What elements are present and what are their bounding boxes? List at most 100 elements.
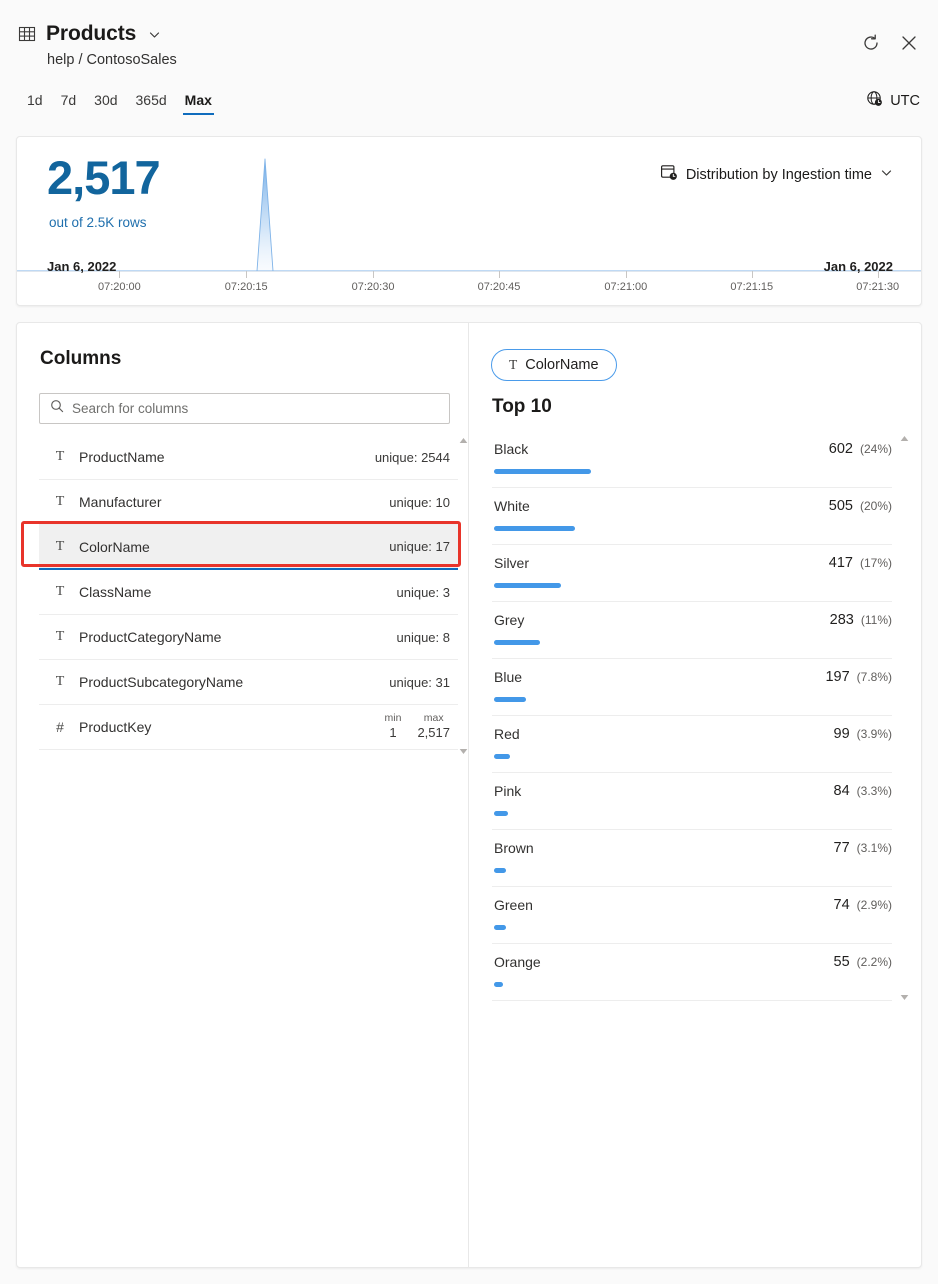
globe-clock-icon	[866, 90, 883, 112]
timezone-selector[interactable]: UTC	[866, 90, 920, 112]
column-stat: unique: 3	[397, 585, 451, 600]
time-range-365d[interactable]: 365d	[127, 90, 176, 115]
time-range-1d[interactable]: 1d	[18, 90, 52, 115]
x-axis-tick-label: 07:20:45	[478, 281, 521, 293]
time-range-30d[interactable]: 30d	[85, 90, 126, 115]
top-value-label: Orange	[494, 954, 541, 970]
column-row-productkey[interactable]: # ProductKeymin1max2,517	[39, 705, 458, 750]
search-icon	[50, 399, 64, 418]
column-name: ProductKey	[79, 719, 385, 735]
columns-list: TProductNameunique: 2544TManufactureruni…	[39, 435, 458, 755]
top-value-count: 283	[830, 612, 854, 628]
x-axis-tick-label: 07:20:00	[98, 281, 141, 293]
max-label: max	[424, 712, 444, 725]
number-type-icon: #	[51, 719, 69, 735]
top-value-count: 74	[834, 897, 850, 913]
top-value-row[interactable]: Orange55(2.2%)	[492, 944, 892, 1001]
top-value-bar	[494, 982, 503, 987]
app-root: Products help / ContosoSales	[0, 0, 938, 1284]
column-minmax: min1max2,517	[385, 712, 450, 741]
column-row-productcategoryname[interactable]: TProductCategoryNameunique: 8	[39, 615, 458, 660]
top-value-count: 197	[825, 669, 849, 685]
x-axis-tick-mark	[246, 271, 247, 278]
columns-panel: Columns TProductNameunique: 2544TManufac…	[17, 323, 469, 1267]
x-axis-tick-mark	[626, 271, 627, 278]
top-value-percent: (24%)	[860, 442, 892, 456]
columns-scrollbar[interactable]	[458, 435, 469, 757]
top-value-row[interactable]: Red 99 (3.9%)	[492, 716, 892, 773]
x-axis-tick-mark	[752, 271, 753, 278]
chevron-down-icon[interactable]	[880, 166, 893, 184]
close-icon[interactable]	[898, 32, 920, 54]
top-values-list: Black602(24%)White505(20%)Silver417(17%)…	[492, 431, 892, 1001]
top-value-bar	[494, 526, 575, 531]
selected-column-pill[interactable]: T ColorName	[491, 349, 617, 381]
explore-panels: Columns TProductNameunique: 2544TManufac…	[16, 322, 922, 1268]
x-axis-tick-mark	[878, 271, 879, 278]
text-type-icon: T	[51, 584, 69, 600]
top-value-bar	[494, 697, 526, 702]
top-value-row[interactable]: Blue 197 (7.8%)	[492, 659, 892, 716]
top-value-percent: (3.3%)	[857, 784, 892, 798]
grid-table-icon	[18, 25, 36, 43]
top-value-row[interactable]: Silver417(17%)	[492, 545, 892, 602]
search-input[interactable]	[72, 401, 439, 416]
chevron-down-icon[interactable]	[148, 28, 161, 41]
x-axis-tick-label: 07:21:15	[730, 281, 773, 293]
column-name: ProductSubcategoryName	[79, 674, 389, 690]
top-value-label: Red	[494, 726, 520, 742]
top-value-percent: (3.9%)	[857, 727, 892, 741]
top-value-bar	[494, 640, 540, 645]
column-row-productsubcategoryname[interactable]: TProductSubcategoryNameunique: 31	[39, 660, 458, 705]
column-stat: unique: 17	[389, 539, 450, 554]
x-axis-tick-label: 07:21:30	[856, 281, 899, 293]
top-value-bar	[494, 925, 506, 930]
distribution-selector[interactable]: Distribution by Ingestion time	[660, 163, 893, 186]
column-row-manufacturer[interactable]: TManufacturerunique: 10	[39, 480, 458, 525]
top-value-count: 99	[834, 726, 850, 742]
page-header: Products help / ContosoSales	[0, 0, 938, 90]
column-row-colorname[interactable]: TColorNameunique: 17	[39, 525, 458, 570]
column-row-classname[interactable]: TClassNameunique: 3	[39, 570, 458, 615]
search-columns-box[interactable]	[39, 393, 450, 424]
top-value-row[interactable]: Brown77(3.1%)	[492, 830, 892, 887]
top-value-row[interactable]: Pink84(3.3%)	[492, 773, 892, 830]
triangle-up-icon[interactable]	[899, 433, 910, 444]
chart-date-end: Jan 6, 2022	[824, 259, 893, 274]
time-range-max[interactable]: Max	[176, 90, 221, 115]
triangle-down-icon[interactable]	[899, 992, 910, 1003]
top-value-label: White	[494, 498, 530, 514]
time-range-tabs: 1d 7d 30d 365d Max	[18, 90, 221, 115]
x-axis-tick-label: 07:20:15	[225, 281, 268, 293]
max-value: 2,517	[417, 725, 450, 741]
top-value-label: Grey	[494, 612, 524, 628]
top-value-percent: (11%)	[861, 613, 892, 627]
top-value-percent: (17%)	[860, 556, 892, 570]
top-value-row[interactable]: Grey 283 (11%)	[492, 602, 892, 659]
column-stat: unique: 8	[397, 630, 451, 645]
refresh-icon[interactable]	[860, 32, 882, 54]
text-type-icon: T	[51, 494, 69, 510]
top-value-bar	[494, 811, 508, 816]
top-value-row[interactable]: Black602(24%)	[492, 431, 892, 488]
top-value-row[interactable]: White505(20%)	[492, 488, 892, 545]
table-title-group[interactable]: Products	[18, 22, 161, 46]
text-type-icon: T	[51, 674, 69, 690]
top-value-row[interactable]: Green74(2.9%)	[492, 887, 892, 944]
top-values-scrollbar[interactable]	[899, 433, 910, 1003]
page-title: Products	[46, 22, 136, 46]
calendar-clock-icon	[660, 163, 678, 186]
text-type-icon: T	[51, 539, 69, 555]
column-row-productname[interactable]: TProductNameunique: 2544	[39, 435, 458, 480]
time-range-bar: 1d 7d 30d 365d Max UTC	[0, 90, 938, 128]
time-range-7d[interactable]: 7d	[52, 90, 86, 115]
triangle-up-icon[interactable]	[458, 435, 469, 446]
top-value-count: 505	[829, 498, 853, 514]
columns-panel-title: Columns	[40, 348, 121, 370]
top-value-label: Black	[494, 441, 528, 457]
triangle-down-icon[interactable]	[458, 746, 469, 757]
top-value-label: Green	[494, 897, 533, 913]
top-value-percent: (7.8%)	[857, 670, 892, 684]
top-value-percent: (2.2%)	[857, 955, 892, 969]
top-value-label: Blue	[494, 669, 522, 685]
